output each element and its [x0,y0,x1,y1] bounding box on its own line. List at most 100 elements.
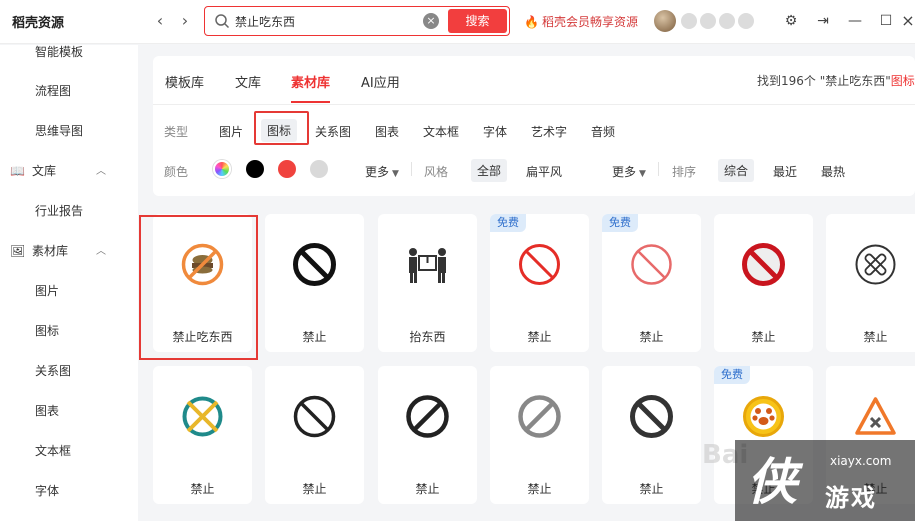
image-icon: 🖼 [10,244,26,258]
avatar[interactable] [654,10,676,32]
result-label: 禁止 [302,330,327,344]
sidebar-group-wenku[interactable]: 📖 文库 ︿ [10,162,106,179]
sidebar: 智能模板 流程图 思维导图 📖 文库 ︿ 行业报告 🖼 素材库 ︿ 图片 图标 关系… [0,45,138,521]
search-button[interactable]: 搜索 [448,9,507,33]
badge-icon [700,13,716,29]
results-category: 图标 [890,74,915,88]
no-symbol-gray-icon [517,394,562,439]
close-icon[interactable]: × [899,12,915,30]
result-tile[interactable]: 免费禁止 [490,214,589,352]
sort-option-default[interactable]: 综合 [718,159,755,182]
no-symbol-teal-yellow-icon [180,394,225,439]
color-more-dropdown[interactable]: 更多 ▼ [365,163,399,180]
color-swatch-multicolor[interactable] [213,160,231,178]
type-label: 类型 [164,125,189,139]
result-tile[interactable]: 禁止 [490,366,589,504]
forward-arrow-icon[interactable]: › [175,10,195,32]
no-symbol-red-3d-icon [741,242,786,287]
sort-label: 排序 [672,165,697,179]
divider [658,162,659,176]
result-tile[interactable]: 禁止 [153,366,252,504]
filter-card: 模板库 文库 素材库 AI应用 找到196个 "禁止吃东西"图标 类型 图片 图… [153,56,915,196]
result-tile[interactable]: 免费禁止 [602,214,701,352]
free-tag: 免费 [490,214,526,232]
sidebar-item-icons[interactable]: 图标 [35,322,59,339]
type-option-chart[interactable]: 图表 [375,123,399,140]
result-tile[interactable]: 禁止 [826,214,915,352]
gear-icon[interactable]: ⚙ [782,12,800,30]
tab-ai[interactable]: AI应用 [361,72,400,91]
color-swatch-red[interactable] [278,160,296,178]
caret-down-icon: ▼ [392,169,399,179]
results-count-text: 找到196个 "禁止吃东西" [757,74,891,88]
color-swatch-black[interactable] [246,160,264,178]
result-tile[interactable]: 禁止 [714,214,813,352]
sidebar-item-images[interactable]: 图片 [35,282,59,299]
type-option-font[interactable]: 字体 [483,123,507,140]
cross-circle-icon [853,242,898,287]
caret-down-icon: ▼ [639,169,646,179]
free-tag: 免费 [602,214,638,232]
tab-template[interactable]: 模板库 [165,72,204,91]
result-label: 禁止 [639,482,664,496]
vip-link-label: 稻壳会员畅享资源 [541,15,638,29]
clear-search-icon[interactable]: × [423,13,439,29]
sidebar-group-material[interactable]: 🖼 素材库 ︿ [10,242,106,259]
minimize-icon[interactable]: — [846,12,864,30]
no-symbol-outline-icon [292,394,337,439]
vip-link[interactable]: 🔥 稻壳会员畅享资源 [524,13,638,30]
site-watermark: 侠 xiayx.com 游戏 [735,440,915,521]
carry-box-icon [405,242,450,287]
result-tile[interactable]: 禁止 [378,366,477,504]
badge-icon [738,13,754,29]
type-option-image[interactable]: 图片 [219,123,243,140]
style-option-all[interactable]: 全部 [471,159,508,182]
sort-option-recent[interactable]: 最近 [773,163,797,180]
sidebar-item-font[interactable]: 字体 [35,482,59,499]
style-label: 风格 [424,165,449,179]
style-option-flat[interactable]: 扁平风 [526,163,562,180]
sidebar-item-chart[interactable]: 图表 [35,402,59,419]
sidebar-item-report[interactable]: 行业报告 [35,202,83,219]
color-label: 颜色 [164,165,189,179]
results-count: 找到196个 "禁止吃东西"图标 [757,72,915,89]
result-label: 禁止 [302,482,327,496]
sidebar-item-flowchart[interactable]: 流程图 [35,82,71,99]
no-symbol-red-icon [517,242,562,287]
back-arrow-icon[interactable]: ‹ [150,10,170,32]
maximize-icon[interactable]: ☐ [877,12,895,30]
warning-triangle-icon [853,394,898,439]
type-option-wordart[interactable]: 艺术字 [531,123,567,140]
tab-wenku[interactable]: 文库 [235,72,261,91]
type-option-audio[interactable]: 音频 [591,123,615,140]
sidebar-group-label: 素材库 [32,244,69,258]
sidebar-group-label: 文库 [32,164,57,178]
more-label: 更多 [365,165,390,179]
no-symbol-bold-icon [405,394,450,439]
result-label: 抬东西 [409,330,446,344]
result-tile[interactable]: 禁止 [265,366,364,504]
result-tile[interactable]: 禁止 [265,214,364,352]
chevron-up-icon: ︿ [96,166,106,177]
book-icon: 📖 [10,164,25,178]
result-label: 禁止 [751,330,776,344]
result-tile[interactable]: 禁止 [602,366,701,504]
result-label: 禁止 [863,330,888,344]
no-symbol-dark-icon [629,394,674,439]
result-tile[interactable]: 抬东西 [378,214,477,352]
tab-material[interactable]: 素材库 [291,72,331,103]
divider [153,104,915,105]
sidebar-item-textbox[interactable]: 文本框 [35,442,71,459]
type-option-relation[interactable]: 关系图 [315,123,351,140]
style-more-dropdown[interactable]: 更多 ▼ [612,163,646,180]
badge-row [681,13,757,32]
watermark-site: xiayx.com [830,454,892,468]
sidebar-item-smart-template[interactable]: 智能模板 [35,43,83,60]
color-swatch-gray[interactable] [310,160,328,178]
sort-option-hot[interactable]: 最热 [821,163,845,180]
sidebar-item-relation[interactable]: 关系图 [35,362,71,379]
type-option-textbox[interactable]: 文本框 [423,123,459,140]
search-input[interactable] [235,10,415,32]
sidebar-item-mindmap[interactable]: 思维导图 [35,122,83,139]
exit-icon[interactable]: ⇥ [814,12,832,30]
